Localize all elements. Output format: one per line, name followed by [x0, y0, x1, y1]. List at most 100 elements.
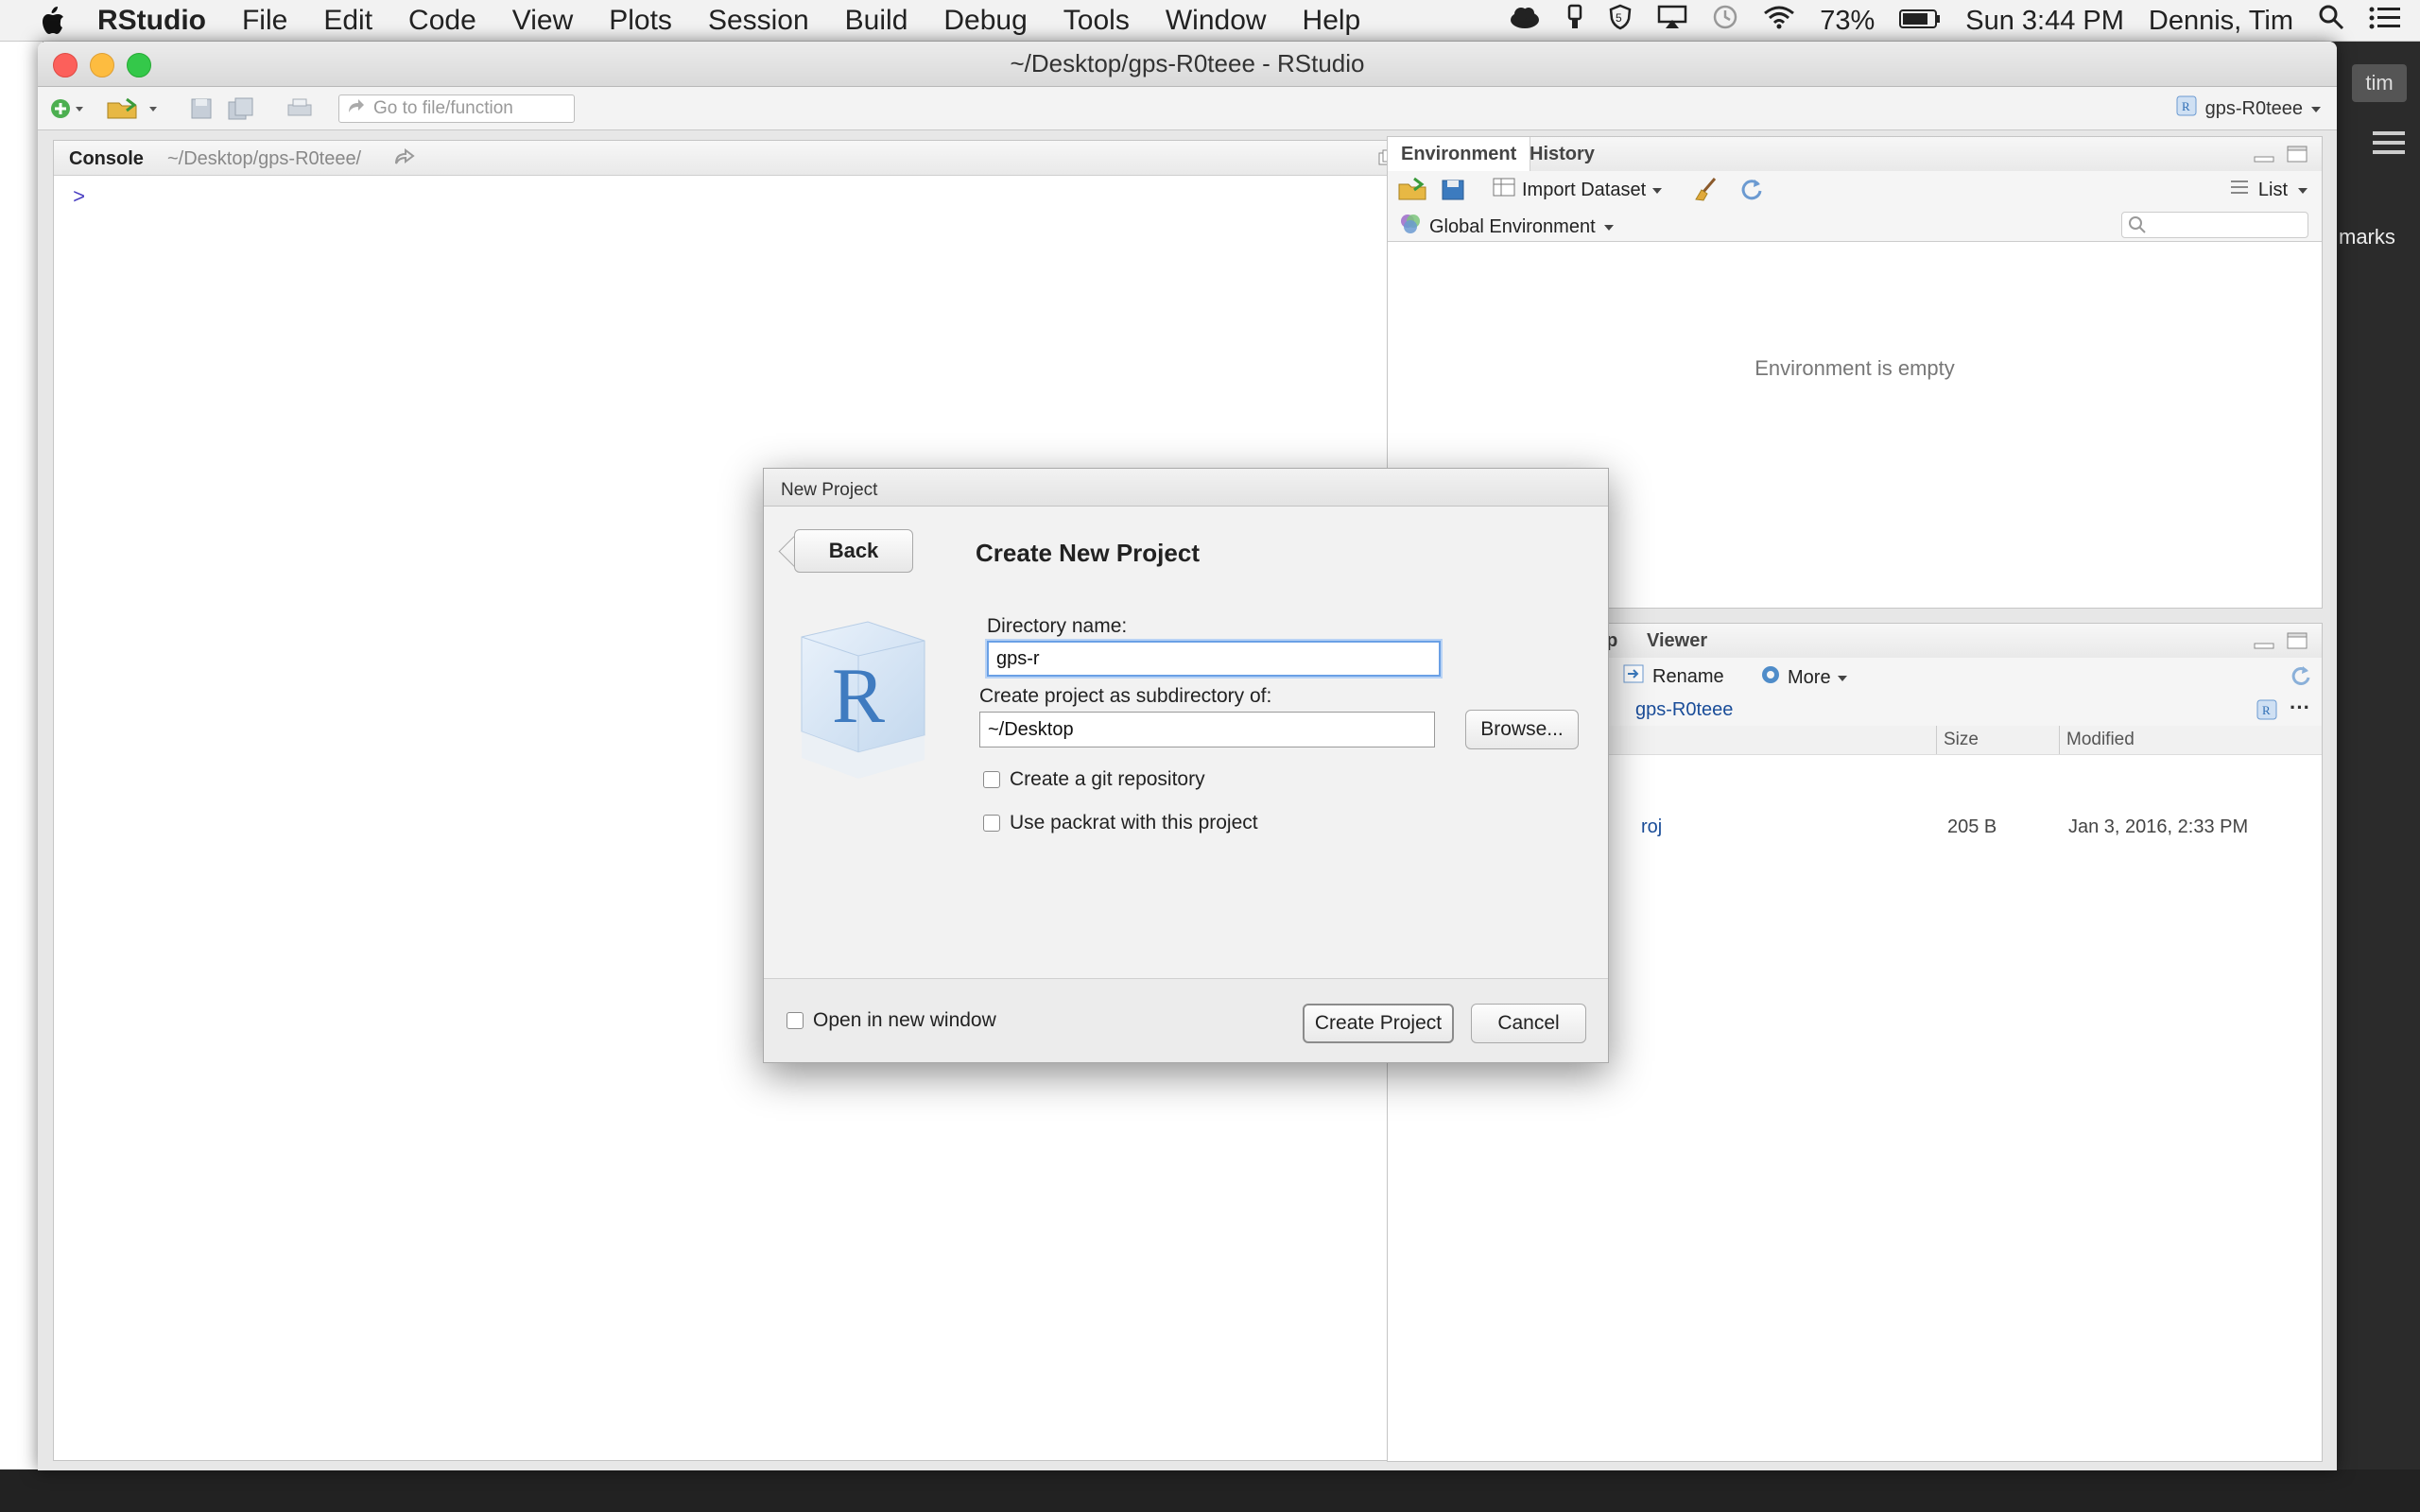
go-to-arrow-icon: [347, 97, 366, 120]
dialog-header: Back Create New Project: [764, 507, 1608, 602]
create-project-label: Create Project: [1314, 1012, 1443, 1034]
maximize-pane-icon[interactable]: [2286, 145, 2308, 168]
background-user-button[interactable]: tim: [2352, 64, 2407, 102]
menu-view[interactable]: View: [512, 5, 573, 37]
directory-name-input[interactable]: [987, 641, 1441, 677]
clear-workspace-broom-icon[interactable]: [1692, 177, 1720, 207]
spotlight-search-icon[interactable]: [2318, 4, 2344, 38]
svg-text:R: R: [2262, 703, 2271, 717]
import-dataset-button[interactable]: Import Dataset: [1492, 177, 1663, 203]
create-project-button[interactable]: Create Project: [1303, 1004, 1454, 1043]
refresh-icon[interactable]: [2290, 664, 2312, 693]
background-window-right: tim marks: [2335, 42, 2420, 1512]
cancel-label: Cancel: [1497, 1012, 1560, 1034]
rename-button[interactable]: Rename: [1622, 663, 1724, 690]
maximize-pane-icon[interactable]: [2286, 631, 2308, 655]
main-toolbar: Go to file/function R gps-R0teee: [38, 87, 2337, 130]
background-window-left: [0, 42, 43, 1512]
cancel-button[interactable]: Cancel: [1471, 1004, 1586, 1043]
dialog-footer: Open in new window Create Project Cancel: [764, 978, 1608, 1062]
more-options-icon[interactable]: ···: [2290, 696, 2310, 720]
browse-button-label: Browse...: [1480, 718, 1564, 740]
clock[interactable]: Sun 3:44 PM: [1965, 6, 2124, 37]
menu-debug[interactable]: Debug: [943, 5, 1027, 37]
packrat-label: Use packrat with this project: [1010, 812, 1258, 833]
subdirectory-input[interactable]: [979, 712, 1435, 747]
menu-edit[interactable]: Edit: [323, 5, 372, 37]
environment-search-input[interactable]: [2121, 212, 2308, 238]
chevron-down-icon: [1603, 216, 1615, 238]
tab-viewer[interactable]: Viewer: [1634, 624, 1720, 658]
hamburger-icon[interactable]: [2373, 129, 2405, 157]
user-name[interactable]: Dennis, Tim: [2149, 6, 2293, 37]
go-to-placeholder: Go to file/function: [373, 98, 513, 118]
tab-environment[interactable]: Environment: [1388, 137, 1531, 171]
open-in-new-window-option[interactable]: Open in new window: [786, 1009, 996, 1032]
menu-tools[interactable]: Tools: [1063, 5, 1130, 37]
menu-plots[interactable]: Plots: [609, 5, 672, 37]
git-repository-option[interactable]: Create a git repository: [983, 768, 1205, 791]
environment-empty-message: Environment is empty: [1754, 356, 1955, 380]
search-icon: [2128, 215, 2147, 240]
menu-window[interactable]: Window: [1166, 5, 1267, 37]
battery-icon[interactable]: [1899, 6, 1941, 37]
chevron-down-icon: [1837, 667, 1848, 689]
new-file-icon[interactable]: [49, 94, 87, 123]
back-button-label: Back: [828, 539, 879, 562]
go-to-project-icon[interactable]: R: [2256, 698, 2278, 727]
open-in-new-window-checkbox[interactable]: [786, 1012, 804, 1029]
more-label: More: [1788, 666, 1831, 688]
menu-help[interactable]: Help: [1303, 5, 1361, 37]
svg-text:5: 5: [1616, 11, 1622, 25]
minimize-pane-icon[interactable]: [2254, 148, 2274, 168]
save-icon[interactable]: [189, 94, 214, 123]
open-project-icon[interactable]: [106, 94, 163, 123]
mac-menu-bar: RStudio File Edit Code View Plots Sessio…: [0, 0, 2420, 42]
console-pane-header: Console ~/Desktop/gps-R0teee/: [54, 141, 1413, 176]
packrat-checkbox[interactable]: [983, 815, 1000, 832]
dialog-title: New Project: [764, 469, 1608, 507]
menu-file[interactable]: File: [242, 5, 287, 37]
back-button[interactable]: Back: [794, 529, 913, 573]
window-titlebar: ~/Desktop/gps-R0teee - RStudio: [38, 42, 2337, 87]
airplay-icon[interactable]: [1657, 5, 1687, 37]
breadcrumb-project-link[interactable]: gps-R0teee: [1635, 699, 1733, 721]
environment-scope-menu[interactable]: Global Environment: [1399, 213, 1615, 241]
tab-history[interactable]: History: [1516, 137, 1608, 171]
cloud-icon[interactable]: [1508, 5, 1542, 37]
menu-session[interactable]: Session: [708, 5, 809, 37]
load-workspace-icon[interactable]: [1397, 177, 1429, 207]
table-icon: [1492, 177, 1516, 203]
usb-icon[interactable]: [1566, 4, 1583, 38]
apple-icon[interactable]: [25, 0, 79, 42]
view-mode-menu[interactable]: List: [2230, 179, 2308, 201]
shield-icon[interactable]: 5: [1608, 4, 1633, 38]
git-repository-checkbox[interactable]: [983, 771, 1000, 788]
refresh-icon[interactable]: [1739, 177, 1764, 207]
save-all-icon[interactable]: [227, 94, 255, 123]
chevron-down-icon: [2297, 180, 2308, 201]
more-menu-button[interactable]: More: [1759, 663, 1848, 692]
save-workspace-icon[interactable]: [1441, 179, 1465, 207]
console-prompt[interactable]: >: [73, 186, 85, 210]
r-project-logo: R: [783, 618, 934, 779]
menu-app-name[interactable]: RStudio: [97, 5, 206, 37]
minimize-pane-icon[interactable]: [2254, 635, 2274, 655]
column-header-size[interactable]: Size: [1944, 730, 1979, 750]
go-to-directory-icon[interactable]: [394, 148, 415, 170]
background-bookmarks-text: marks: [2339, 225, 2395, 249]
project-menu[interactable]: R gps-R0teee: [2175, 94, 2322, 123]
file-name-link[interactable]: roj: [1641, 816, 1662, 838]
menu-code[interactable]: Code: [408, 5, 476, 37]
time-machine-icon[interactable]: [1712, 4, 1738, 38]
column-header-modified[interactable]: Modified: [2066, 730, 2135, 750]
wifi-icon[interactable]: [1763, 5, 1795, 37]
packrat-option[interactable]: Use packrat with this project: [983, 812, 1258, 834]
go-to-file-input[interactable]: Go to file/function: [338, 94, 575, 123]
notification-center-icon[interactable]: [2369, 6, 2401, 37]
window-title: ~/Desktop/gps-R0teee - RStudio: [1010, 49, 1365, 77]
menu-build[interactable]: Build: [845, 5, 908, 37]
tab-console[interactable]: Console: [69, 148, 144, 170]
browse-button[interactable]: Browse...: [1465, 710, 1579, 749]
print-icon[interactable]: [285, 94, 314, 123]
